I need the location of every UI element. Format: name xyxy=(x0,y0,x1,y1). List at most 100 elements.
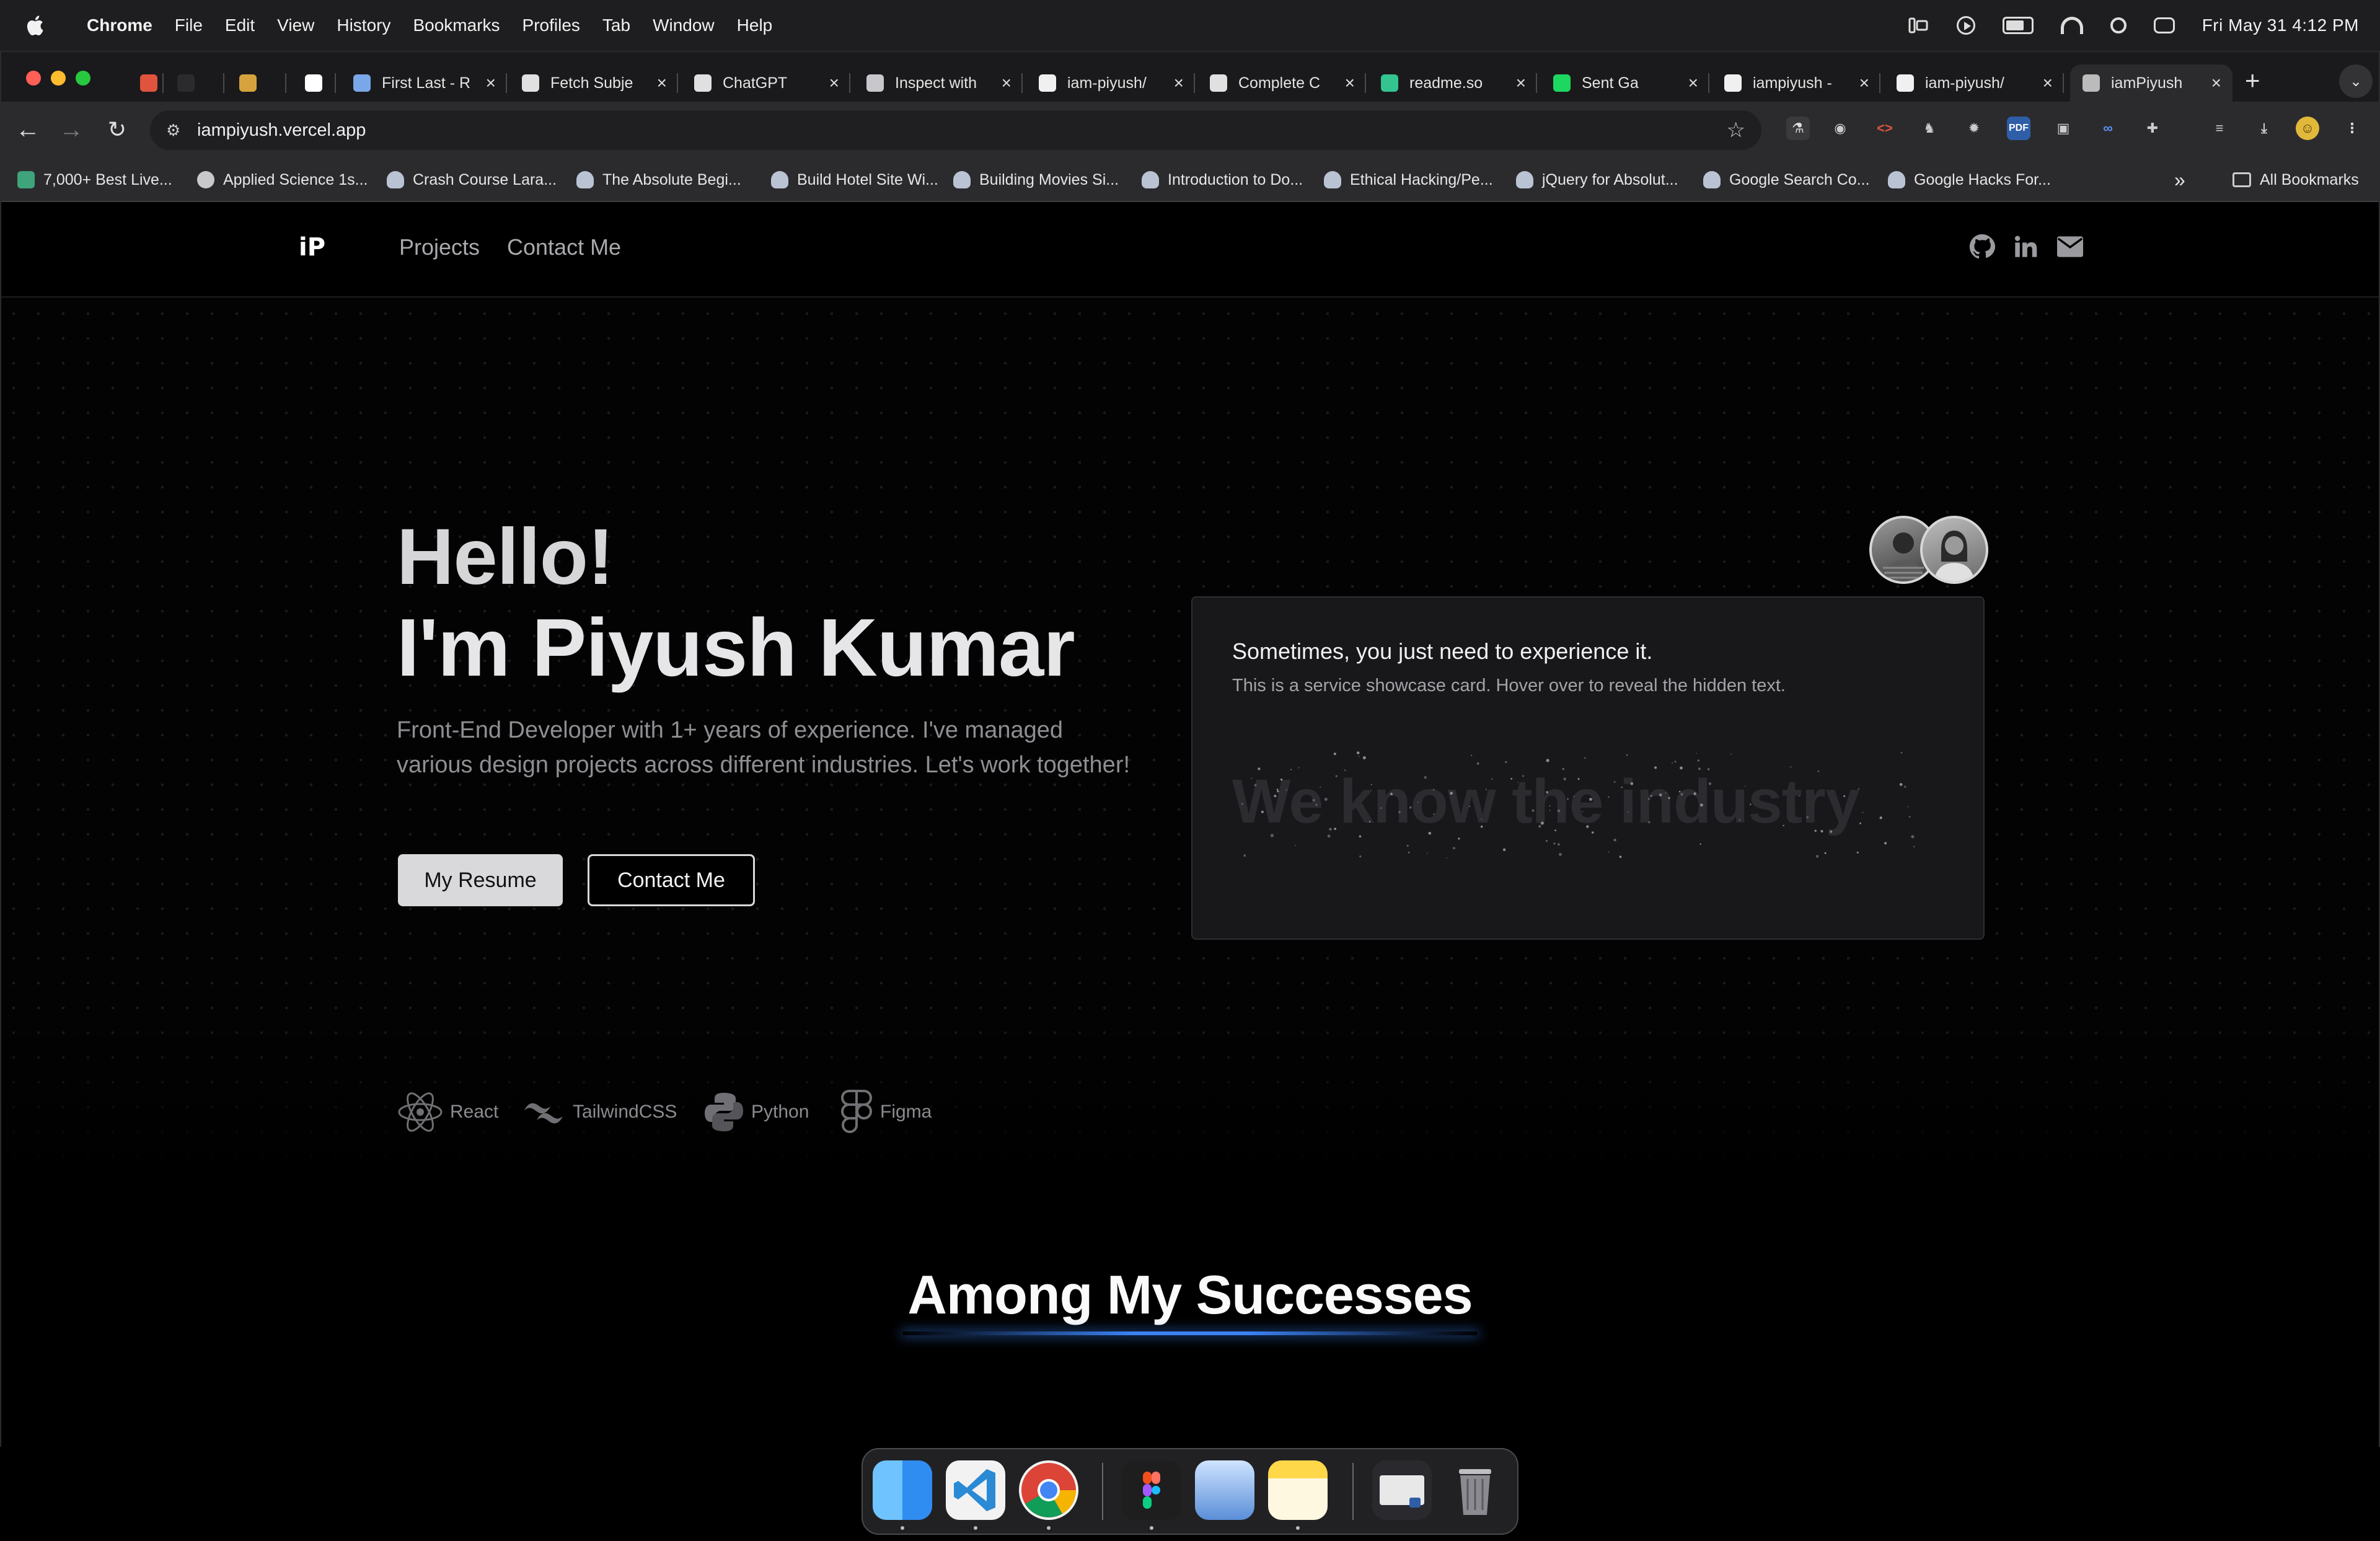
tab-close-icon[interactable]: × xyxy=(486,73,496,93)
browser-tab[interactable]: iam-piyush/ × xyxy=(1026,64,1195,102)
menu-profiles[interactable]: Profiles xyxy=(522,15,580,35)
menu-help[interactable]: Help xyxy=(737,15,773,35)
tab-close-icon[interactable]: × xyxy=(1859,73,1869,93)
battery-icon[interactable] xyxy=(2002,17,2034,34)
tab-close-icon[interactable]: × xyxy=(657,73,667,93)
extensions-puzzle-icon[interactable]: ✚ xyxy=(2141,117,2164,140)
tab-search-button[interactable]: ⌄ xyxy=(2339,64,2373,98)
browser-tab[interactable] xyxy=(293,64,336,102)
pdf-extension-icon[interactable]: PDF xyxy=(2007,117,2030,140)
apple-icon[interactable] xyxy=(25,14,45,37)
all-bookmarks-button[interactable]: All Bookmarks xyxy=(2232,169,2359,191)
window-extension-icon[interactable]: ▣ xyxy=(2052,117,2075,140)
tab-close-icon[interactable]: × xyxy=(1688,73,1698,93)
nav-link-projects[interactable]: Projects xyxy=(399,234,480,260)
my-resume-button[interactable]: My Resume xyxy=(398,854,563,906)
browser-tab[interactable]: First Last - R × xyxy=(341,64,507,102)
code-brackets-icon[interactable]: <> xyxy=(1873,117,1897,140)
bookmark-item[interactable]: Google Search Co... xyxy=(1703,169,1870,191)
preview-icon[interactable] xyxy=(1195,1460,1254,1520)
browser-tab[interactable]: iampiyush - × xyxy=(1712,64,1880,102)
browser-tab[interactable]: iamPiyush × xyxy=(2070,64,2232,102)
github-icon[interactable] xyxy=(1968,233,1996,260)
new-tab-button[interactable]: + xyxy=(2245,66,2260,95)
email-icon[interactable] xyxy=(2056,233,2084,260)
downloads-icon[interactable]: ⤓ xyxy=(2252,117,2276,140)
bookmark-item[interactable]: Building Movies Si... xyxy=(953,169,1119,191)
window-minimize-button[interactable] xyxy=(51,71,66,86)
vscode-icon[interactable] xyxy=(946,1460,1005,1520)
stage-manager-icon[interactable] xyxy=(1907,16,1929,35)
bookmark-item[interactable]: Ethical Hacking/Pe... xyxy=(1324,169,1493,191)
now-playing-icon[interactable] xyxy=(1956,16,1975,35)
linkedin-icon[interactable] xyxy=(2012,233,2039,260)
menu-file[interactable]: File xyxy=(175,15,203,35)
trash-icon[interactable] xyxy=(1445,1460,1505,1520)
extension-puzzle-badge-icon[interactable]: ⚗ xyxy=(1786,117,1810,140)
browser-tab[interactable]: readme.so × xyxy=(1368,64,1537,102)
menu-history[interactable]: History xyxy=(337,15,390,35)
reload-button[interactable]: ↻ xyxy=(103,115,131,144)
bookmark-item[interactable]: Google Hacks For... xyxy=(1888,169,2051,191)
chrome-icon[interactable] xyxy=(1019,1460,1078,1520)
menu-view[interactable]: View xyxy=(277,15,314,35)
contact-me-button[interactable]: Contact Me xyxy=(588,854,755,906)
wifi-icon[interactable] xyxy=(2060,17,2083,34)
bookmarks-overflow-button[interactable]: » xyxy=(2174,169,2185,191)
tab-close-icon[interactable]: × xyxy=(2211,73,2221,93)
service-showcase-card[interactable]: Sometimes, you just need to experience i… xyxy=(1191,596,1985,940)
profile-avatar-icon[interactable]: ☺ xyxy=(2296,117,2319,140)
window-close-button[interactable] xyxy=(26,71,41,86)
browser-tab[interactable]: Complete C × xyxy=(1197,64,1366,102)
back-button[interactable]: ← xyxy=(14,115,42,144)
bookmark-item[interactable]: jQuery for Absolut... xyxy=(1516,169,1678,191)
tab-close-icon[interactable]: × xyxy=(1002,73,1011,93)
forward-button[interactable]: → xyxy=(57,115,86,144)
browser-tab[interactable]: Fetch Subje × xyxy=(509,64,678,102)
screenshot-camera-icon[interactable]: ◉ xyxy=(1828,117,1852,140)
control-center-icon[interactable] xyxy=(2153,17,2175,33)
tab-close-icon[interactable]: × xyxy=(1174,73,1184,93)
browser-tab[interactable]: ChatGPT × xyxy=(682,64,850,102)
menu-app-chrome[interactable]: Chrome xyxy=(87,15,152,35)
menu-bookmarks[interactable]: Bookmarks xyxy=(413,15,500,35)
bookmark-item[interactable]: 7,000+ Best Live... xyxy=(17,169,172,191)
gear-extension-icon[interactable]: ✹ xyxy=(1962,117,1986,140)
link-extension-icon[interactable]: ∞ xyxy=(2096,117,2120,140)
notes-icon[interactable] xyxy=(1268,1460,1328,1520)
menu-edit[interactable]: Edit xyxy=(225,15,255,35)
tab-close-icon[interactable]: × xyxy=(2043,73,2053,93)
address-bar[interactable]: ⚙ iampiyush.vercel.app ☆ xyxy=(150,110,1761,150)
browser-tab[interactable] xyxy=(128,64,164,102)
menu-tab[interactable]: Tab xyxy=(602,15,630,35)
bookmark-item[interactable]: Applied Science 1s... xyxy=(197,169,368,191)
tab-close-icon[interactable]: × xyxy=(1345,73,1355,93)
tab-close-icon[interactable]: × xyxy=(829,73,839,93)
browser-tab[interactable]: Inspect with × xyxy=(854,64,1023,102)
browser-tab[interactable]: iam-piyush/ × xyxy=(1884,64,2064,102)
bookmark-item[interactable]: Crash Course Lara... xyxy=(387,169,557,191)
bookmark-label: Introduction to Do... xyxy=(1168,170,1303,188)
nav-link-contact[interactable]: Contact Me xyxy=(507,234,621,260)
finder-icon[interactable] xyxy=(873,1460,932,1520)
chrome-menu-icon[interactable]: ⋮ xyxy=(2340,117,2364,140)
cat-extension-icon[interactable]: ♞ xyxy=(1918,117,1941,140)
site-info-icon[interactable]: ⚙ xyxy=(166,121,185,139)
minimized-window-icon[interactable] xyxy=(1372,1460,1432,1520)
browser-tab[interactable]: Sent Ga × xyxy=(1541,64,1709,102)
site-logo[interactable]: iP xyxy=(299,233,325,262)
browser-tab[interactable] xyxy=(165,64,224,102)
tab-close-icon[interactable]: × xyxy=(1516,73,1526,93)
bookmark-item[interactable]: Introduction to Do... xyxy=(1142,169,1303,191)
figma-app-icon[interactable] xyxy=(1122,1460,1181,1520)
bookmark-item[interactable]: The Absolute Begi... xyxy=(576,169,741,191)
menu-clock[interactable]: Fri May 31 4:12 PM xyxy=(2202,15,2359,35)
address-url[interactable]: iampiyush.vercel.app xyxy=(197,120,366,141)
spotlight-search-icon[interactable] xyxy=(2110,17,2127,33)
menu-window[interactable]: Window xyxy=(653,15,715,35)
bookmark-star-icon[interactable]: ☆ xyxy=(1727,118,1745,143)
window-zoom-button[interactable] xyxy=(76,71,90,86)
reading-list-icon[interactable]: ≡ xyxy=(2208,117,2231,140)
browser-tab[interactable] xyxy=(227,64,286,102)
bookmark-item[interactable]: Build Hotel Site Wi... xyxy=(771,169,938,191)
